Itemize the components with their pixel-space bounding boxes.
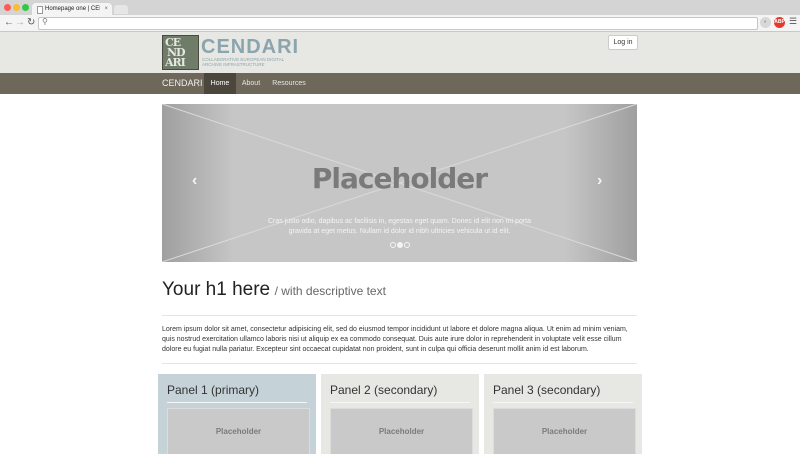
carousel-indicator-3[interactable] [404, 242, 410, 248]
panel-divider [167, 402, 307, 403]
page-title: Your h1 here [162, 279, 271, 300]
forward-arrow-icon[interactable]: → [15, 16, 25, 30]
panel-primary: Panel 1 (primary) Placeholder [158, 374, 316, 454]
panel-image-placeholder: Placeholder [493, 408, 636, 454]
panel-placeholder-label: Placeholder [378, 427, 425, 436]
carousel-indicator-2[interactable] [397, 242, 403, 248]
window-maximize-button[interactable] [22, 4, 29, 11]
nav-item-about[interactable]: About [240, 73, 262, 94]
site-header [0, 32, 800, 73]
tab-title: Homepage one | CENDARI [45, 6, 100, 12]
panel-image-placeholder: Placeholder [167, 408, 310, 454]
browser-tab-strip: Homepage one | CENDARI × [0, 0, 800, 15]
nav-item-home[interactable]: Home [204, 73, 236, 94]
search-icon: ⚲ [42, 17, 48, 26]
logo-tagline: Collaborative European Digital Archive I… [202, 57, 284, 67]
panel-divider [493, 402, 633, 403]
navbar-brand[interactable]: CENDARI [162, 73, 203, 94]
panel-title: Panel 1 (primary) [167, 383, 260, 397]
panel-secondary: Panel 3 (secondary) Placeholder [484, 374, 642, 454]
carousel-next-icon[interactable]: › [597, 172, 602, 190]
window-close-button[interactable] [4, 4, 11, 11]
carousel-caption: Cras justo odio, dapibus ac facilisis in… [267, 218, 532, 235]
hamburger-menu-icon[interactable]: ☰ [789, 16, 797, 27]
reload-icon[interactable]: ↻ [27, 16, 35, 30]
panel-placeholder-label: Placeholder [541, 427, 588, 436]
panel-title: Panel 3 (secondary) [493, 383, 601, 397]
panel-divider [330, 402, 470, 403]
carousel-title: Placeholder [311, 162, 488, 195]
divider [162, 315, 637, 316]
panel-placeholder-label: Placeholder [215, 427, 262, 436]
main-navbar: CENDARI Home About Resources [0, 73, 800, 94]
address-bar[interactable]: ⚲ [38, 17, 758, 30]
divider [162, 363, 637, 364]
page-heading: Your h1 here / with descriptive text [162, 279, 386, 301]
logo-letters-3: ARI [165, 56, 186, 69]
cendari-logo-icon[interactable]: CE ND ARI [162, 35, 199, 70]
back-arrow-icon[interactable]: ← [4, 16, 14, 30]
hero-carousel: Placeholder Cras justo odio, dapibus ac … [162, 104, 637, 262]
panel-secondary: Panel 2 (secondary) Placeholder [321, 374, 479, 454]
extension-icon[interactable]: ◐ [760, 17, 771, 28]
page-icon [37, 6, 43, 14]
new-tab-button[interactable] [114, 5, 128, 14]
carousel-indicator-1[interactable] [390, 242, 396, 248]
logo-wordmark[interactable]: CENDARI [201, 36, 299, 59]
browser-toolbar: ← → ↻ ⚲ ◐ ABP ☰ [0, 15, 800, 32]
page-subtitle: / with descriptive text [274, 284, 386, 298]
window-minimize-button[interactable] [13, 4, 20, 11]
adblock-extension-icon[interactable]: ABP [774, 17, 785, 28]
carousel-prev-icon[interactable]: ‹ [192, 172, 197, 190]
tab-close-icon[interactable]: × [104, 3, 108, 15]
panel-image-placeholder: Placeholder [330, 408, 473, 454]
panel-title: Panel 2 (secondary) [330, 383, 438, 397]
browser-tab[interactable]: Homepage one | CENDARI × [32, 3, 112, 15]
lead-paragraph: Lorem ipsum dolor sit amet, consectetur … [162, 326, 628, 353]
nav-item-resources[interactable]: Resources [272, 73, 306, 94]
login-button[interactable]: Log in [608, 35, 638, 50]
